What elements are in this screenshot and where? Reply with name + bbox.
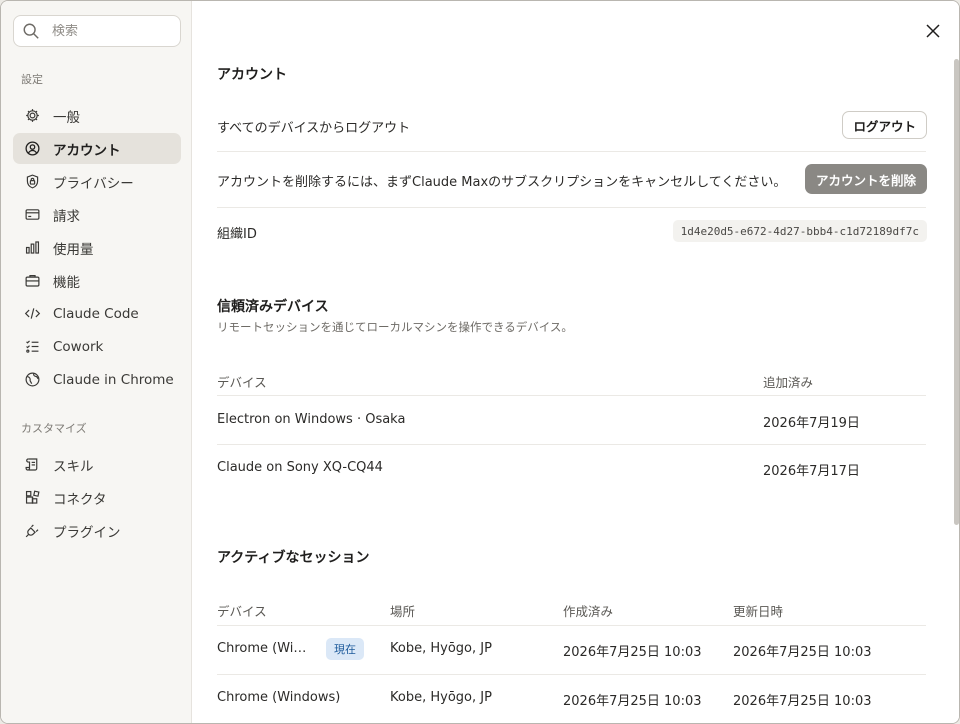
delete-account-text: アカウントを削除するには、まずClaude Maxのサブスクリプションをキャンセ… bbox=[217, 175, 787, 190]
divider bbox=[217, 625, 926, 626]
globe-icon bbox=[23, 371, 41, 389]
session-device: Chrome (Windows) bbox=[217, 690, 341, 705]
scrollbar[interactable] bbox=[954, 59, 959, 525]
sidebar-item-general[interactable]: 一般 bbox=[13, 100, 181, 131]
divider bbox=[217, 674, 926, 675]
sidebar-item-account[interactable]: アカウント bbox=[13, 133, 181, 164]
logout-button[interactable]: ログアウト bbox=[842, 111, 927, 139]
logout-all-text: すべてのデバイスからログアウト bbox=[217, 121, 411, 136]
device-name: Electron on Windows · Osaka bbox=[217, 412, 406, 427]
section-label-settings: 設定 bbox=[21, 73, 43, 86]
scroll-icon bbox=[23, 456, 41, 474]
session-updated: 2026年7月25日 10:03 bbox=[733, 694, 872, 709]
session-created: 2026年7月25日 10:03 bbox=[563, 645, 702, 660]
plug-icon bbox=[23, 522, 41, 540]
briefcase-icon bbox=[23, 272, 41, 290]
org-id-label: 組織ID bbox=[217, 227, 257, 242]
sidebar-item-skills[interactable]: スキル bbox=[13, 449, 181, 480]
user-circle-icon bbox=[23, 140, 41, 158]
sidebar-item-label: 請求 bbox=[53, 208, 80, 225]
sidebar-item-plugins[interactable]: プラグイン bbox=[13, 515, 181, 546]
session-location: Kobe, Hyōgo, JP bbox=[390, 690, 492, 705]
sidebar-item-claude-code[interactable]: Claude Code bbox=[13, 298, 181, 329]
session-updated: 2026年7月25日 10:03 bbox=[733, 645, 872, 660]
settings-window: 設定 一般 アカウント プライバシー 請求 bbox=[0, 0, 960, 724]
blocks-icon bbox=[23, 489, 41, 507]
session-location: Kobe, Hyōgo, JP bbox=[390, 641, 492, 656]
sidebar-item-features[interactable]: 機能 bbox=[13, 265, 181, 296]
shield-lock-icon bbox=[23, 173, 41, 191]
code-icon bbox=[23, 305, 41, 323]
sidebar-item-usage[interactable]: 使用量 bbox=[13, 232, 181, 263]
sidebar-item-label: プラグイン bbox=[53, 524, 121, 541]
search-box[interactable] bbox=[13, 15, 181, 47]
sidebar-item-label: 一般 bbox=[53, 109, 80, 126]
sidebar-item-label: Cowork bbox=[53, 338, 104, 355]
column-header-updated: 更新日時 bbox=[733, 604, 784, 619]
sidebar-item-cowork[interactable]: Cowork bbox=[13, 331, 181, 362]
delete-account-button[interactable]: アカウントを削除 bbox=[804, 164, 927, 194]
sidebar: 設定 一般 アカウント プライバシー 請求 bbox=[1, 1, 192, 723]
sidebar-item-label: コネクタ bbox=[53, 491, 107, 508]
divider bbox=[217, 444, 926, 445]
column-header-created: 作成済み bbox=[563, 604, 614, 619]
divider bbox=[217, 395, 926, 396]
sidebar-item-claude-in-chrome[interactable]: Claude in Chrome bbox=[13, 364, 181, 395]
close-button[interactable] bbox=[923, 21, 943, 41]
section-title-account: アカウント bbox=[217, 67, 287, 83]
sidebar-item-label: アカウント bbox=[53, 142, 121, 159]
search-icon bbox=[23, 23, 39, 39]
column-header-location: 場所 bbox=[390, 604, 416, 619]
device-name: Claude on Sony XQ-CQ44 bbox=[217, 460, 383, 475]
column-header-device: デバイス bbox=[217, 604, 267, 619]
sidebar-item-billing[interactable]: 請求 bbox=[13, 199, 181, 230]
org-id-value[interactable]: 1d4e20d5-e672-4d27-bbb4-c1d72189df7c bbox=[672, 220, 927, 242]
sidebar-item-label: 機能 bbox=[53, 274, 80, 291]
sidebar-item-label: スキル bbox=[53, 458, 94, 475]
device-added-date: 2026年7月17日 bbox=[763, 464, 860, 479]
checklist-icon bbox=[23, 338, 41, 356]
main-content: アカウント すべてのデバイスからログアウト ログアウト アカウントを削除するには… bbox=[193, 1, 959, 723]
session-device: Chrome (Wi… bbox=[217, 641, 307, 656]
sidebar-item-label: 使用量 bbox=[53, 241, 94, 258]
section-title-trusted-devices: 信頼済みデバイス bbox=[217, 299, 329, 315]
sidebar-item-label: プライバシー bbox=[53, 175, 134, 192]
current-session-badge: 現在 bbox=[326, 638, 364, 660]
section-label-customize: カスタマイズ bbox=[21, 422, 87, 435]
close-icon bbox=[926, 24, 940, 38]
sidebar-item-connectors[interactable]: コネクタ bbox=[13, 482, 181, 513]
section-subtitle-trusted-devices: リモートセッションを通じてローカルマシンを操作できるデバイス。 bbox=[217, 320, 573, 334]
column-header-added: 追加済み bbox=[763, 375, 814, 390]
sidebar-item-privacy[interactable]: プライバシー bbox=[13, 166, 181, 197]
search-input[interactable] bbox=[52, 23, 172, 39]
divider bbox=[217, 151, 926, 152]
column-header-device: デバイス bbox=[217, 375, 267, 390]
divider bbox=[217, 207, 926, 208]
section-title-active-sessions: アクティブなセッション bbox=[217, 550, 370, 566]
bar-chart-icon bbox=[23, 239, 41, 257]
gear-icon bbox=[23, 107, 41, 125]
device-added-date: 2026年7月19日 bbox=[763, 416, 860, 431]
session-created: 2026年7月25日 10:03 bbox=[563, 694, 702, 709]
credit-card-icon bbox=[23, 206, 41, 224]
sidebar-item-label: Claude in Chrome bbox=[53, 371, 174, 388]
sidebar-item-label: Claude Code bbox=[53, 305, 139, 322]
